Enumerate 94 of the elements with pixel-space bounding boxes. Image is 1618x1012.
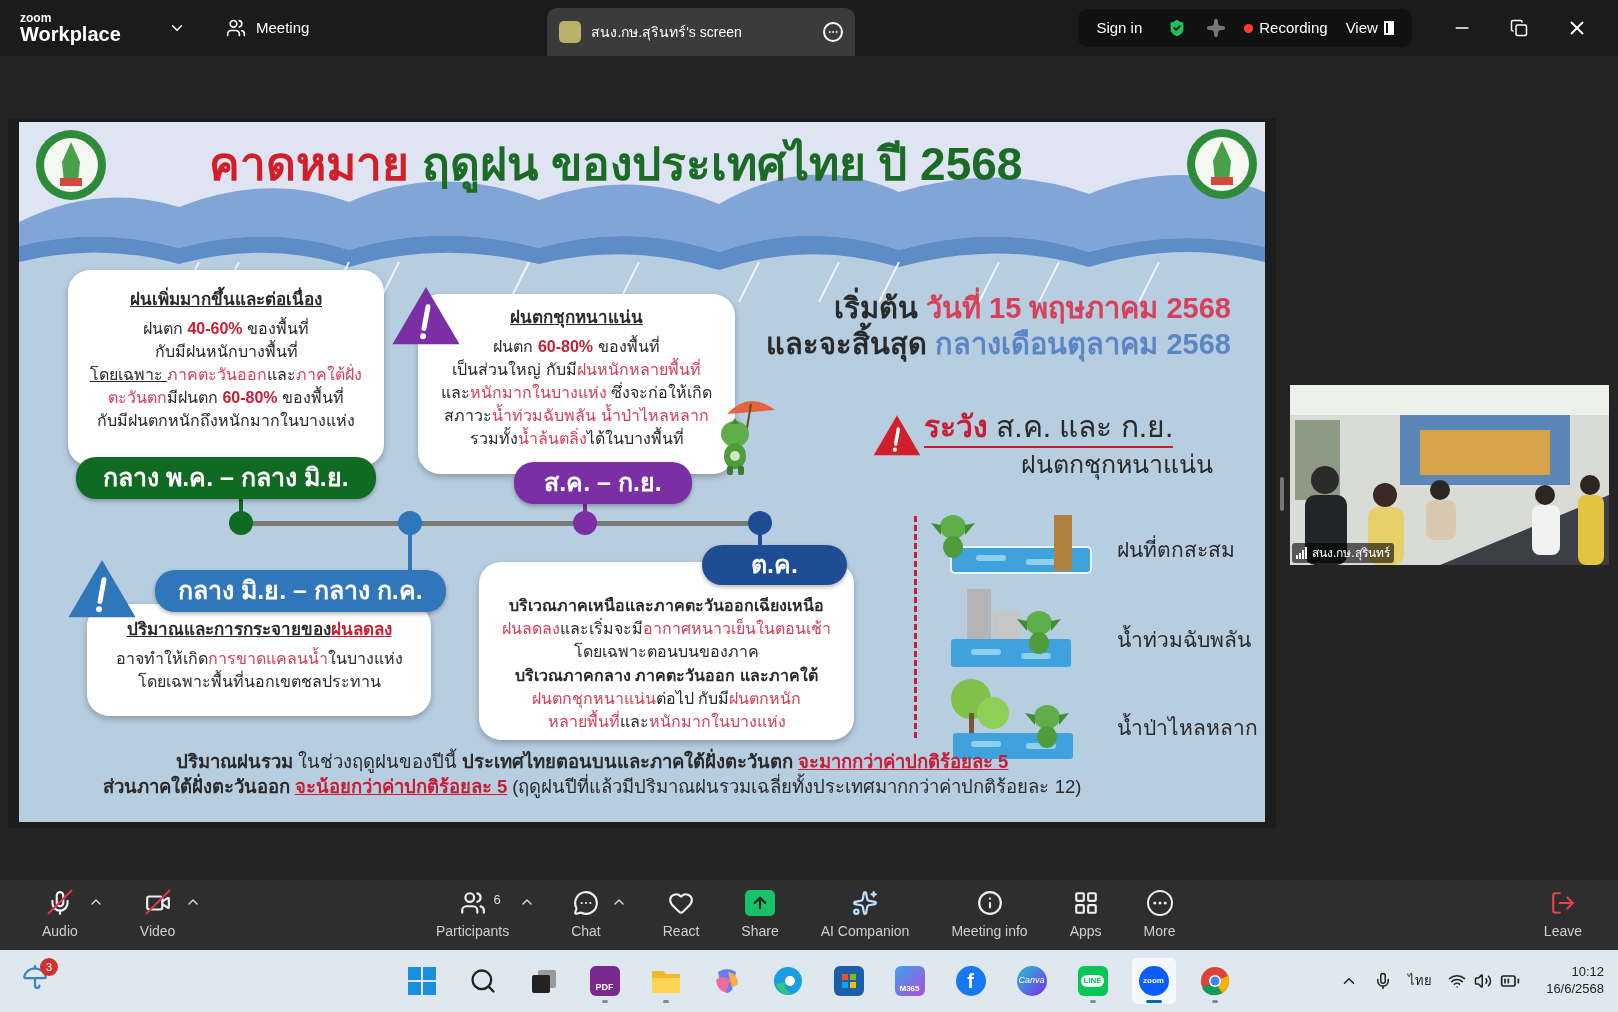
- taskbar-item[interactable]: f: [948, 958, 993, 1004]
- card-heading: ฝนเพิ่มมากขึ้นและต่อเนื่อง: [130, 288, 322, 313]
- ai-button[interactable]: AI Companion: [814, 888, 916, 942]
- language-indicator[interactable]: ไทย: [1408, 971, 1433, 991]
- period-label: ส.ค. – ก.ย.: [514, 462, 692, 504]
- card-text: กับมีฝนหนักบางพื้นที่: [154, 339, 298, 362]
- share-icon: [745, 890, 775, 916]
- sign-in-button[interactable]: Sign in: [1096, 16, 1143, 40]
- card-text: และหนักมากในบางแห่ง ซึ่งจะก่อให้เกิด: [440, 381, 713, 403]
- leave-button[interactable]: Leave: [1537, 888, 1588, 942]
- people-icon: [226, 18, 246, 38]
- taskbar-item[interactable]: M365: [887, 958, 932, 1004]
- more-icon[interactable]: [823, 22, 844, 42]
- card-text: สภาวะน้ำท่วมฉับพลัน น้ำป่าไหลหลาก: [444, 404, 709, 428]
- avatar-icon: [559, 21, 582, 43]
- leave-icon: [1549, 890, 1576, 916]
- chat-icon: [572, 890, 599, 916]
- participants-button[interactable]: 6 Participants: [430, 888, 516, 942]
- chat-button[interactable]: Chat: [565, 888, 607, 942]
- card-heading: ปริมาณและการกระจายของฝนลดลง: [126, 619, 392, 641]
- apps-button[interactable]: Apps: [1063, 888, 1108, 942]
- search-icon[interactable]: [468, 967, 497, 995]
- zoom-app-icon[interactable]: zoom: [1138, 966, 1169, 996]
- emblem-icon: [34, 128, 108, 202]
- card-text: ตะวันตกมีฝนตก 60-80% ของพื้นที่: [107, 386, 345, 410]
- card-heading: ฝนตกชุกหนาแน่น: [510, 307, 643, 330]
- signal-icon: [1296, 547, 1308, 559]
- period-label: กลาง มิ.ย. – กลาง ก.ค.: [155, 570, 446, 612]
- edge-icon[interactable]: [772, 966, 803, 996]
- card-text: โดยเฉพาะ ภาคตะวันออกและภาคใต้ฝั่ง: [89, 363, 363, 385]
- card-text: โดยเฉพาะพื้นที่นอกเขตชลประทาน: [137, 669, 381, 692]
- card-text: กับมีฝนตกหนักถึงหนักมากในบางแห่ง: [97, 410, 355, 432]
- period-label: ต.ค.: [702, 545, 847, 585]
- pdf-app-icon[interactable]: PDF: [589, 966, 620, 996]
- tab-title: สนง.กษ.สุรินทร์'s screen: [591, 22, 742, 43]
- restore-icon[interactable]: [1509, 19, 1528, 37]
- share-button[interactable]: Share: [735, 888, 785, 942]
- heart-icon: [668, 890, 694, 916]
- store-icon[interactable]: [833, 966, 864, 996]
- info-button[interactable]: Meeting info: [945, 888, 1034, 942]
- card-text: เป็นส่วนใหญ่ กับมีฝนหนักหลายพื้นที่: [452, 357, 701, 381]
- notification-badge: 3: [40, 958, 58, 976]
- video-button[interactable]: Video: [133, 888, 182, 942]
- view-button[interactable]: View: [1345, 16, 1394, 40]
- sparkle-icon: [852, 890, 879, 916]
- card-text: บริเวณภาคเหนือและภาคตะวันออกเฉียงเหนือ: [509, 596, 824, 616]
- card-text: หลายพื้นที่และหนักมากในบางแห่ง: [547, 709, 786, 734]
- info-icon: [976, 890, 1003, 916]
- period-label: กลาง พ.ค. – กลาง มิ.ย.: [76, 457, 376, 499]
- summary-text: ส่วนภาคใต้ฝั่งตะวันออก จะน้อยกว่าค่าปกติร้อยละ 5 (ฤดูฝนปีที่แล้วมีปริมาณฝนรวมเฉลี่ยทั้งประเทศมากกว่าค่าปกติร้อยละ 12): [102, 774, 1082, 800]
- taskbar-item[interactable]: zoom: [1131, 958, 1176, 1004]
- volume-icon[interactable]: [1474, 972, 1493, 990]
- canva-app-icon[interactable]: Canva: [1016, 966, 1047, 996]
- share-tab[interactable]: สนง.กษ.สุรินทร์'s screen: [547, 8, 856, 56]
- recording-indicator[interactable]: Recording: [1244, 16, 1328, 40]
- product-name: Workplace: [20, 24, 122, 44]
- audio-button[interactable]: Audio: [36, 888, 84, 942]
- more-icon: [1146, 890, 1173, 916]
- more-button[interactable]: More: [1137, 888, 1182, 942]
- card-text: ฝนตก 40-60% ของพื้นที่: [142, 316, 310, 339]
- weather-icon[interactable]: [22, 964, 48, 990]
- meeting-tab[interactable]: Meeting: [226, 16, 310, 40]
- facebook-app-icon[interactable]: f: [955, 966, 986, 996]
- apps-icon: [1072, 890, 1099, 916]
- hazard-label: น้ำป่าไหลหลาก: [1117, 712, 1258, 744]
- panel-handle[interactable]: [1280, 477, 1284, 511]
- wifi-icon[interactable]: [1448, 972, 1467, 990]
- chrome-icon[interactable]: [1199, 966, 1230, 996]
- hazard-label: ฝนที่ตกสะสม: [1117, 534, 1235, 566]
- zoom-logo: zoom: [20, 12, 53, 24]
- caution-subtitle: ฝนตกชุกหนาแน่น: [1021, 449, 1213, 482]
- people-icon: [459, 890, 486, 916]
- taskbar-item[interactable]: Canva: [1009, 958, 1054, 1004]
- card-text: ฝนตก 60-80% ของพื้นที่: [493, 334, 660, 357]
- participant-count: 6: [493, 891, 501, 909]
- react-button[interactable]: React: [656, 888, 706, 942]
- card-text: รวมทั้งน้ำล้นตลิ่งได้ในบางพื้นที่: [469, 427, 684, 451]
- card-text: บริเวณภาคกลาง ภาคตะวันออก และภาคใต้: [515, 665, 818, 686]
- hazard-label: น้ำท่วมฉับพลัน: [1117, 624, 1251, 656]
- emblem-icon: [1185, 127, 1259, 201]
- task-view-icon[interactable]: [529, 967, 558, 995]
- card-text: โดยเฉพาะตอนบนของภาค: [574, 641, 759, 663]
- card-text: ฝนลดลงและเริ่มจะมีอากาศหนาวเย็นในตอนเช้า: [502, 617, 831, 640]
- card-text: ฝนตกชุกหนาแน่นต่อไป กับมีฝนตกหนัก: [531, 688, 802, 709]
- sparkle-icon[interactable]: [1206, 18, 1227, 38]
- warning-icon: [872, 414, 922, 457]
- slide-title: คาดหมาย ฤดูฝน ของประเทศไทย ปี 2568: [209, 136, 1023, 194]
- caution-text: ระวัง ส.ค. และ ก.ย.: [924, 408, 1174, 448]
- taskbar-item[interactable]: PDF: [582, 958, 627, 1004]
- clock[interactable]: 10:12 16/6/2568: [1546, 964, 1604, 998]
- participant-name-text: สนง.กษ.สุรินทร์: [1312, 545, 1390, 562]
- card-text: อาจทำให้เกิดการขาดแคลนน้ำในบางแห่ง: [115, 646, 403, 669]
- m365-app-icon[interactable]: M365: [894, 966, 925, 996]
- windows-icon[interactable]: [406, 966, 437, 996]
